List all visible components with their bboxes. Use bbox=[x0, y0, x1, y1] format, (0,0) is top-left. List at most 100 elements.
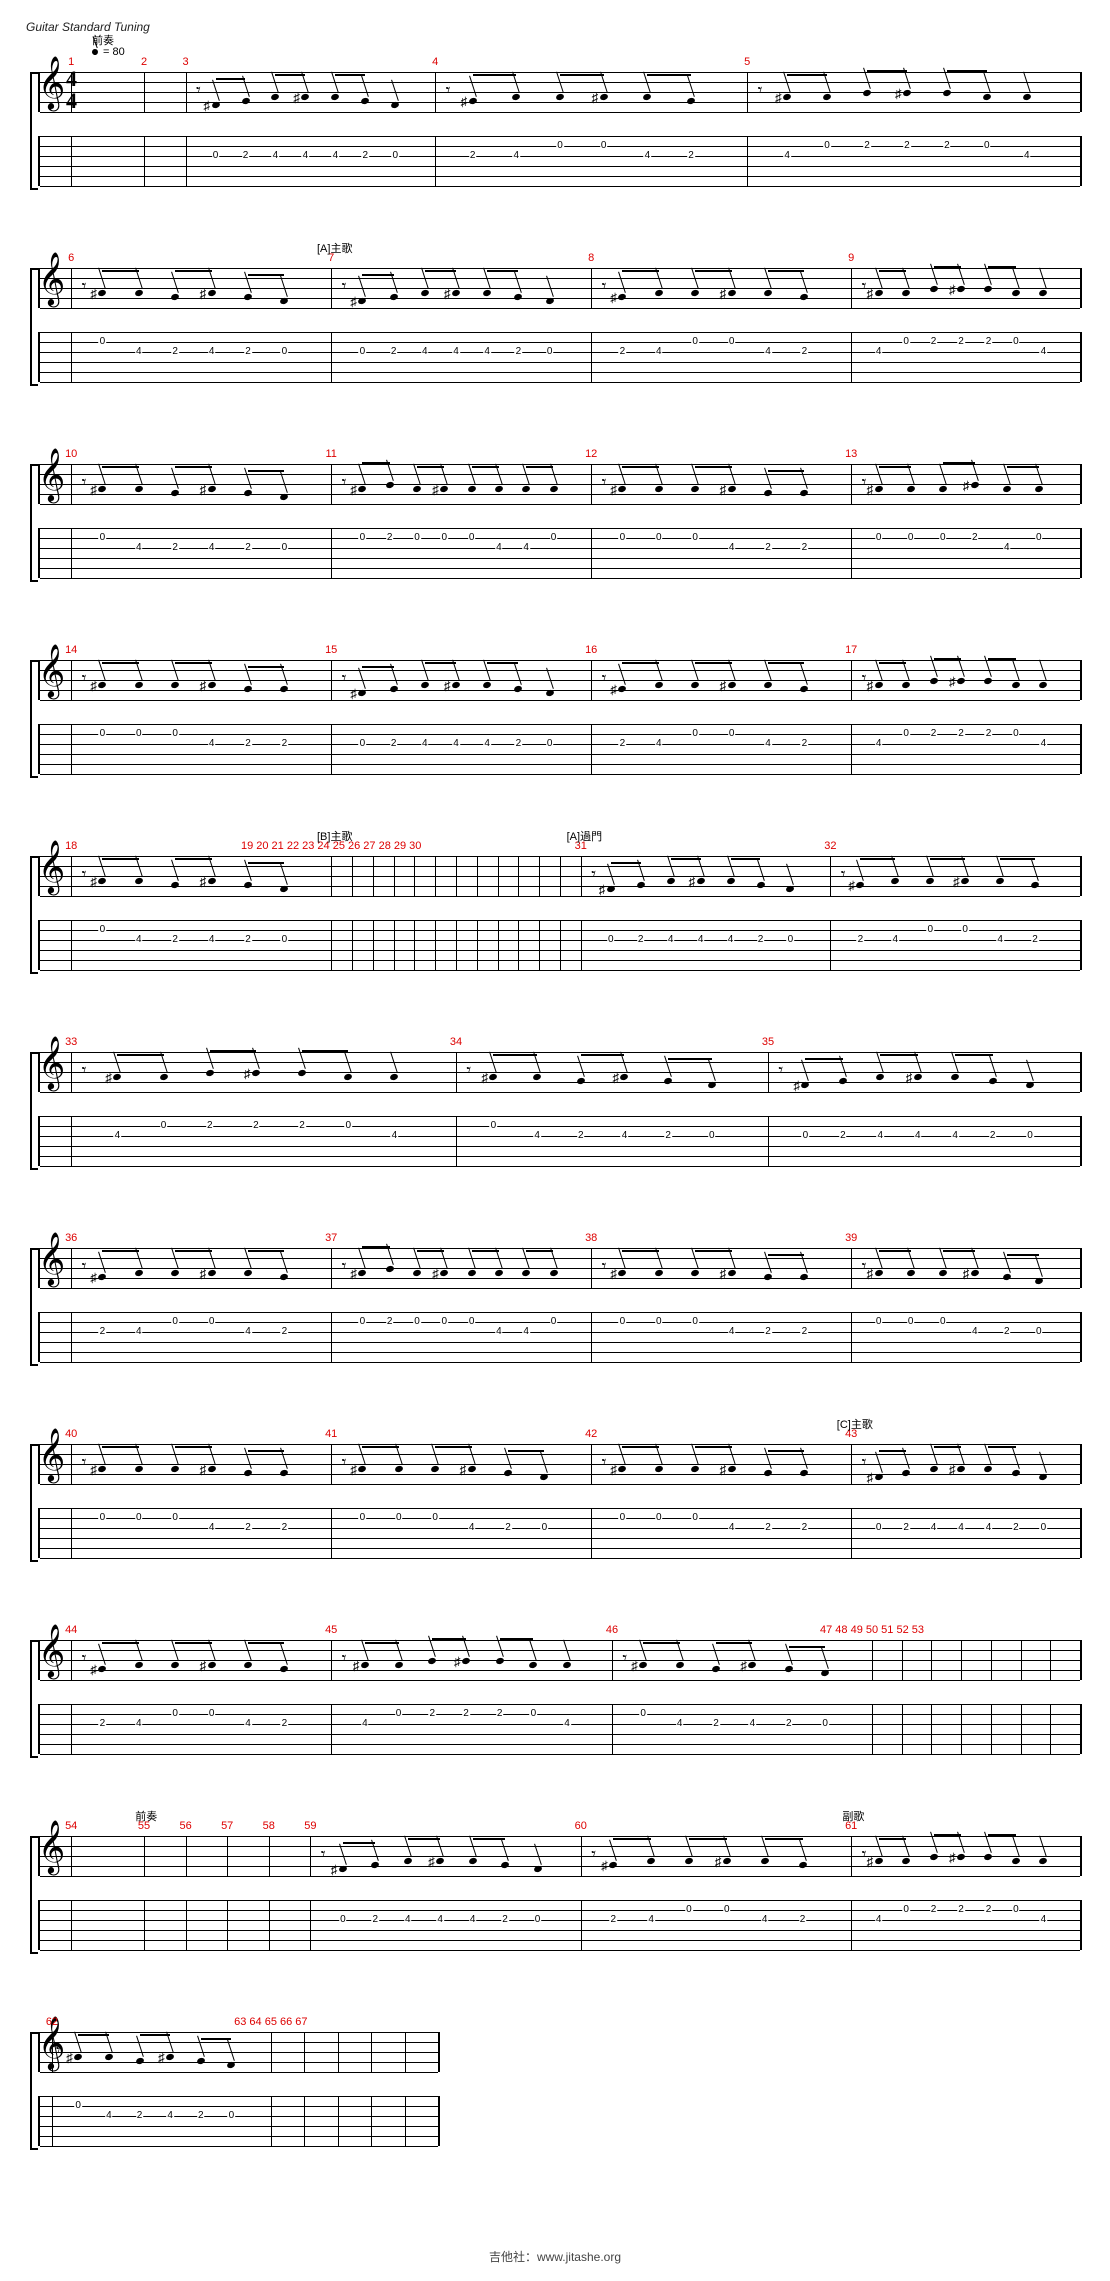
note-head bbox=[763, 1469, 772, 1477]
eighth-rest-icon: 𝄾 bbox=[841, 864, 846, 885]
eighth-rest-icon: 𝄾 bbox=[591, 864, 596, 885]
note-head bbox=[1039, 681, 1048, 689]
note-head bbox=[822, 93, 831, 101]
notation-staff: 𝄞44𝄾♯♯45𝄾♯♯46𝄾♯♯47 48 49 50 51 52 53 bbox=[38, 1640, 1082, 1680]
treble-clef-icon: 𝄞 bbox=[38, 1432, 65, 1478]
note-head bbox=[984, 1465, 993, 1473]
note-head bbox=[901, 289, 910, 297]
note-head bbox=[784, 1665, 793, 1673]
note-head bbox=[134, 1465, 143, 1473]
note-head bbox=[690, 289, 699, 297]
eighth-rest-icon: 𝄾 bbox=[862, 1844, 867, 1865]
note-head bbox=[599, 93, 608, 101]
sharp-accidental-icon: ♯ bbox=[454, 1654, 461, 1670]
eighth-rest-icon: 𝄾 bbox=[342, 276, 347, 297]
note-head bbox=[891, 877, 900, 885]
sharp-accidental-icon: ♯ bbox=[895, 86, 902, 102]
system-brace bbox=[30, 2032, 38, 2150]
note-head bbox=[358, 1269, 367, 1277]
note-head bbox=[420, 681, 429, 689]
note-head bbox=[440, 485, 449, 493]
bar-number: 54 bbox=[65, 1820, 77, 1832]
note-head bbox=[489, 1073, 498, 1081]
treble-clef-icon: 𝄞 bbox=[38, 844, 65, 890]
note-head bbox=[467, 1465, 476, 1473]
note-head bbox=[663, 1077, 672, 1085]
system-brace bbox=[30, 1052, 38, 1170]
note-head bbox=[503, 1469, 512, 1477]
note-head bbox=[654, 289, 663, 297]
section-label: [A]過門 bbox=[567, 828, 602, 844]
note-head bbox=[394, 1465, 403, 1473]
note-head bbox=[798, 1861, 807, 1869]
note-head bbox=[468, 97, 477, 105]
note-head bbox=[929, 1853, 938, 1861]
note-head bbox=[901, 1469, 910, 1477]
system-brace bbox=[30, 660, 38, 778]
note-head bbox=[970, 1269, 979, 1277]
treble-clef-icon: 𝄞 bbox=[38, 1236, 65, 1282]
note-head bbox=[643, 93, 652, 101]
sharp-accidental-icon: ♯ bbox=[244, 1066, 251, 1082]
note-head bbox=[874, 1857, 883, 1865]
bar-number: 57 bbox=[221, 1820, 233, 1832]
tuning-label: Guitar Standard Tuning bbox=[26, 20, 1090, 34]
note-head bbox=[467, 1269, 476, 1277]
tablature-staff: 00042202444202400424022204 bbox=[38, 724, 1082, 774]
section-label: [B]主歌 bbox=[317, 828, 352, 844]
system-brace bbox=[30, 464, 38, 582]
note-head bbox=[956, 1853, 965, 1861]
note-head bbox=[874, 681, 883, 689]
note-head bbox=[690, 1465, 699, 1473]
bar-number: 15 bbox=[325, 644, 337, 656]
note-head bbox=[901, 681, 910, 689]
note-head bbox=[297, 1069, 306, 1077]
eighth-rest-icon: 𝄾 bbox=[446, 80, 451, 101]
note-head bbox=[618, 485, 627, 493]
note-head bbox=[800, 489, 809, 497]
note-head bbox=[549, 1269, 558, 1277]
note-head bbox=[727, 1269, 736, 1277]
note-head bbox=[514, 685, 523, 693]
note-head bbox=[412, 1269, 421, 1277]
note-head bbox=[618, 293, 627, 301]
treble-clef-icon: 𝄞 bbox=[38, 648, 65, 694]
note-head bbox=[207, 1661, 216, 1669]
bar-number: 16 bbox=[585, 644, 597, 656]
note-head bbox=[495, 1657, 504, 1665]
notation-staff: 𝄞6𝄾♯♯7[A]主歌𝄾♯♯8𝄾♯♯9𝄾♯♯ bbox=[38, 268, 1082, 308]
notation-staff: 𝄞14𝄾♯♯15𝄾♯♯16𝄾♯♯17𝄾♯♯ bbox=[38, 660, 1082, 700]
note-head bbox=[874, 485, 883, 493]
bar-number: 37 bbox=[325, 1232, 337, 1244]
note-head bbox=[838, 1077, 847, 1085]
note-head bbox=[654, 1465, 663, 1473]
note-head bbox=[711, 1665, 720, 1673]
note-head bbox=[1011, 1857, 1020, 1865]
note-head bbox=[618, 1465, 627, 1473]
eighth-rest-icon: 𝄾 bbox=[196, 80, 201, 101]
note-head bbox=[514, 293, 523, 301]
eighth-rest-icon: 𝄾 bbox=[862, 276, 867, 297]
note-head bbox=[942, 89, 951, 97]
note-head bbox=[159, 1073, 168, 1081]
note-head bbox=[451, 681, 460, 689]
note-head bbox=[970, 481, 979, 489]
note-head bbox=[98, 681, 107, 689]
note-head bbox=[98, 877, 107, 885]
system-brace bbox=[30, 1248, 38, 1366]
note-head bbox=[549, 485, 558, 493]
treble-clef-icon: 𝄞 bbox=[38, 256, 65, 302]
note-head bbox=[389, 293, 398, 301]
notation-staff: 𝄞36𝄾♯♯37𝄾♯♯38𝄾♯♯39𝄾♯♯ bbox=[38, 1248, 1082, 1288]
note-head bbox=[420, 289, 429, 297]
eighth-rest-icon: 𝄾 bbox=[778, 1060, 783, 1081]
staff-line: 𝄞18𝄾♯♯19 20 21 22 23 24 25 26 27 28 29 3… bbox=[20, 828, 1090, 988]
staff-line: 𝄞44𝄾♯♯45𝄾♯♯46𝄾♯♯47 48 49 50 51 52 53 2400… bbox=[20, 1612, 1090, 1772]
sharp-accidental-icon: ♯ bbox=[949, 674, 956, 690]
tablature-staff: 2400424022204042420 bbox=[38, 1704, 1082, 1754]
note-head bbox=[874, 289, 883, 297]
staff-line: 𝄞36𝄾♯♯37𝄾♯♯38𝄾♯♯39𝄾♯♯2400420200044000042… bbox=[20, 1220, 1090, 1380]
note-head bbox=[1002, 1273, 1011, 1281]
note-head bbox=[134, 681, 143, 689]
note-head bbox=[984, 285, 993, 293]
